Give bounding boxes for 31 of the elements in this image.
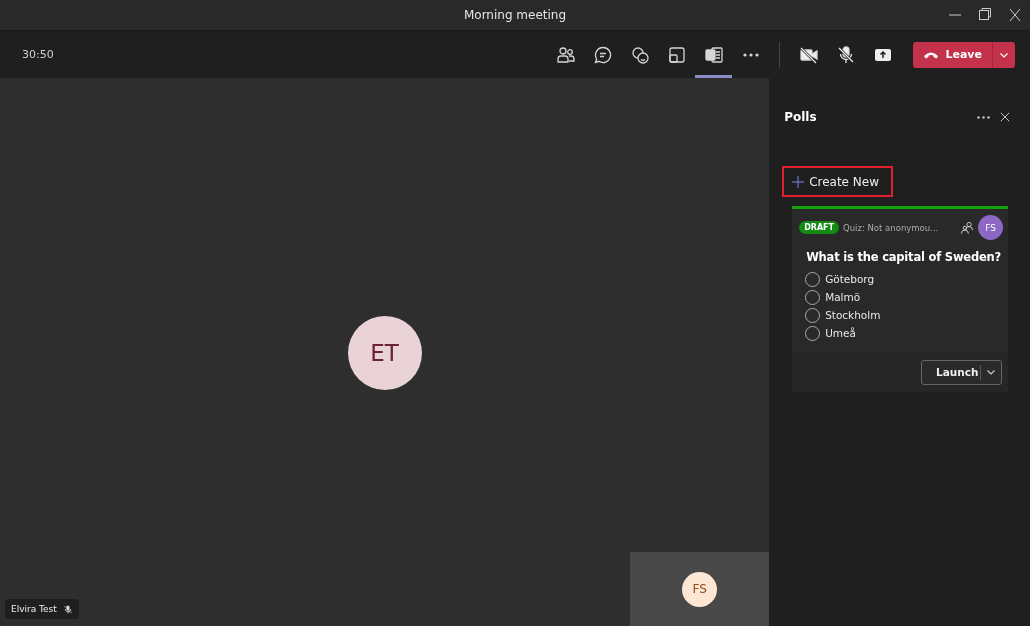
forms-icon — [703, 44, 724, 65]
more-icon — [977, 115, 990, 119]
create-new-button[interactable]: Create New — [782, 166, 894, 197]
author-avatar: FS — [978, 215, 1003, 240]
call-timer: 30:50 — [22, 48, 55, 61]
chevron-down-icon — [986, 367, 996, 377]
people-icon — [555, 44, 576, 65]
poll-option[interactable]: Stockholm — [792, 306, 894, 324]
camera-off-icon — [798, 44, 819, 65]
reactions-icon — [629, 44, 650, 65]
status-badge: DRAFT — [799, 221, 840, 234]
participant-avatar: ET — [347, 315, 422, 390]
leave-button[interactable]: Leave — [913, 41, 1015, 68]
plus-icon — [792, 175, 805, 188]
people-icon — [960, 220, 974, 235]
poll-option[interactable]: Umeå — [792, 324, 869, 342]
panel-title: Polls — [784, 110, 818, 124]
chat-icon — [592, 44, 613, 65]
poll-option[interactable]: Malmö — [792, 288, 874, 306]
participant-name: Elvira Test — [11, 604, 57, 614]
more-icon — [742, 52, 759, 57]
mic-off-icon — [62, 603, 73, 615]
poll-meta: Quiz: Not anonymou... — [843, 222, 940, 233]
window-title: Morning meeting — [463, 8, 567, 22]
self-avatar: FS — [682, 571, 718, 607]
rooms-icon — [666, 44, 687, 65]
mic-off-icon — [835, 44, 856, 65]
poll-question: What is the capital of Sweden? — [805, 249, 1002, 266]
launch-button[interactable]: Launch — [921, 359, 1002, 385]
close-icon — [998, 110, 1012, 124]
poll-option[interactable]: Göteborg — [792, 270, 888, 288]
